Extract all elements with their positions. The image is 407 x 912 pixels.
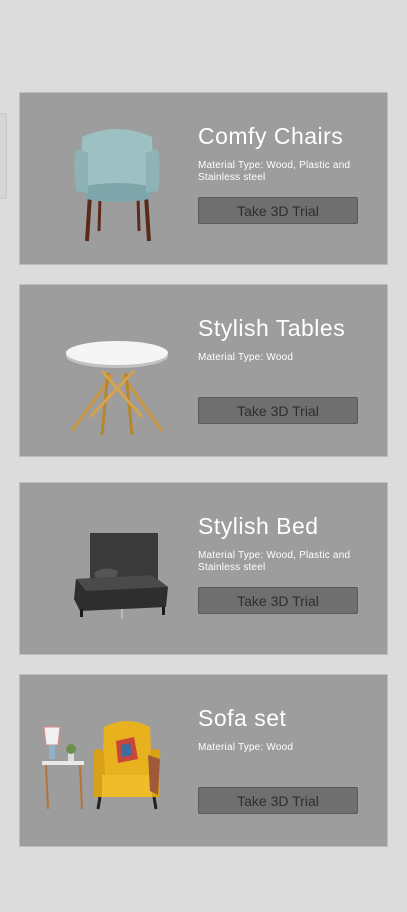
product-card-chairs[interactable]: Comfy Chairs Material Type: Wood, Plasti… [19, 92, 388, 265]
product-card-tables[interactable]: Stylish Tables Material Type: Wood Take … [19, 284, 388, 457]
product-card-bed[interactable]: Stylish Bed Material Type: Wood, Plastic… [19, 482, 388, 655]
take-3d-trial-button[interactable]: Take 3D Trial [198, 197, 358, 224]
take-3d-trial-button[interactable]: Take 3D Trial [198, 787, 358, 814]
round-table-image [42, 305, 192, 435]
take-3d-trial-button[interactable]: Take 3D Trial [198, 587, 358, 614]
product-list-screen: Comfy Chairs Material Type: Wood, Plasti… [0, 0, 407, 912]
armchair-image [42, 113, 192, 243]
bed-image [42, 503, 192, 633]
product-card-sofa[interactable]: Sofa set Material Type: Wood Take 3D Tri… [19, 674, 388, 847]
product-title: Sofa set [198, 705, 287, 731]
product-material: Material Type: Wood, Plastic and Stainle… [198, 550, 351, 573]
product-material: Material Type: Wood [198, 742, 294, 753]
product-material: Material Type: Wood, Plastic and Stainle… [198, 160, 351, 183]
side-drawer-handle[interactable] [0, 113, 7, 199]
take-3d-trial-button[interactable]: Take 3D Trial [198, 397, 358, 424]
product-material: Material Type: Wood [198, 352, 294, 363]
product-title: Comfy Chairs [198, 123, 344, 149]
product-title: Stylish Tables [198, 315, 346, 341]
sofa-set-image [42, 695, 192, 825]
product-title: Stylish Bed [198, 513, 319, 539]
